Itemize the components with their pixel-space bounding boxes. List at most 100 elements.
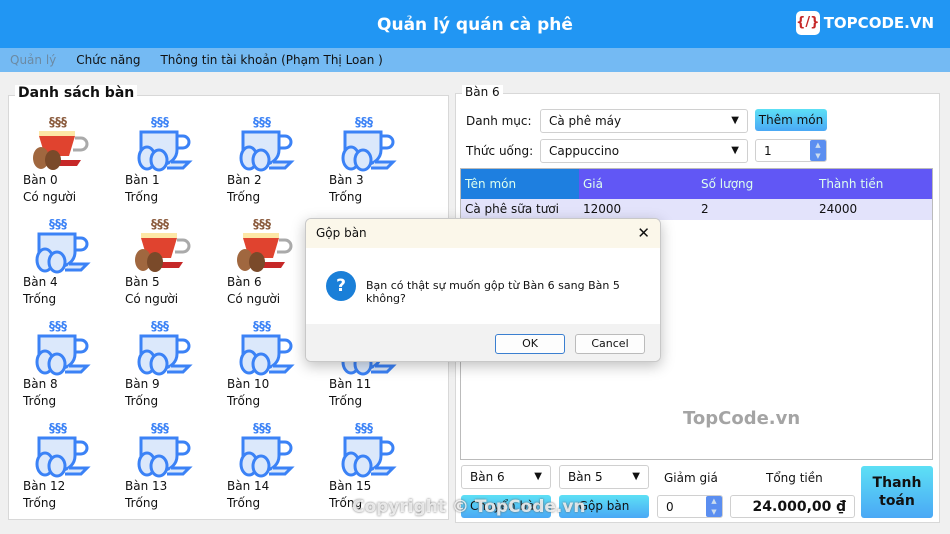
- empty-coffee-cup-icon: §§§: [23, 318, 118, 376]
- table-item[interactable]: §§§ Bàn 5 Có người: [125, 216, 220, 311]
- dialog-titlebar: Gộp bàn ✕: [306, 219, 660, 248]
- dialog-message: Bạn có thật sự muốn gộp từ Bàn 6 sang Bà…: [366, 279, 620, 305]
- logo: {/} TOPCODE.VN: [795, 10, 934, 36]
- logo-icon: {/}: [795, 11, 820, 35]
- table-status: Trống: [125, 394, 159, 408]
- table-item[interactable]: §§§ Bàn 8 Trống: [23, 318, 118, 413]
- table-name: Bàn 8: [23, 377, 58, 391]
- watermark: TopCode.vn: [683, 408, 801, 429]
- app-header: Quản lý quán cà phê {/} TOPCODE.VN: [0, 0, 950, 48]
- svg-text:§§§: §§§: [49, 217, 67, 231]
- drink-select[interactable]: Cappuccino ▼: [540, 139, 748, 163]
- table-header: Tên món Giá Số lượng Thành tiền: [461, 169, 932, 199]
- table-name: Bàn 13: [125, 479, 168, 493]
- table-name: Bàn 3: [329, 173, 364, 187]
- from-table-select[interactable]: Bàn 6 ▼: [461, 465, 551, 489]
- menu-account[interactable]: Thông tin tài khoản (Phạm Thị Loan ): [160, 53, 382, 67]
- empty-coffee-cup-icon: §§§: [23, 216, 118, 274]
- empty-coffee-cup-icon: §§§: [227, 420, 322, 478]
- close-icon[interactable]: ✕: [637, 219, 650, 248]
- order-group-title: Bàn 6: [462, 85, 503, 99]
- table-name: Bàn 11: [329, 377, 372, 391]
- empty-coffee-cup-icon: §§§: [23, 420, 118, 478]
- total-label: Tổng tiền: [766, 471, 823, 485]
- table-status: Trống: [23, 496, 57, 510]
- table-item[interactable]: §§§ Bàn 9 Trống: [125, 318, 220, 413]
- table-status: Trống: [329, 190, 363, 204]
- svg-text:§§§: §§§: [151, 421, 169, 435]
- stepper-arrows-icon[interactable]: ▲ ▼: [706, 496, 722, 517]
- menu-chuc-nang[interactable]: Chức năng: [76, 53, 140, 67]
- table-status: Trống: [23, 394, 57, 408]
- svg-text:§§§: §§§: [253, 217, 271, 231]
- svg-text:§§§: §§§: [253, 115, 271, 129]
- table-status: Trống: [329, 394, 363, 408]
- table-status: Trống: [125, 190, 159, 204]
- watermark-copyright: Copyright © TopCode.vn: [352, 497, 586, 517]
- table-item[interactable]: §§§ Bàn 2 Trống: [227, 114, 322, 209]
- menu-quan-ly[interactable]: Quản lý: [10, 53, 56, 67]
- discount-stepper[interactable]: 0 ▲ ▼: [657, 495, 723, 518]
- chevron-down-icon: ▼: [731, 145, 739, 156]
- empty-coffee-cup-icon: §§§: [125, 420, 220, 478]
- pay-button[interactable]: Thanh toán: [861, 466, 933, 518]
- stepper-arrows-icon[interactable]: ▲ ▼: [810, 140, 826, 161]
- discount-label: Giảm giá: [664, 471, 718, 485]
- question-icon: ?: [326, 271, 356, 301]
- empty-coffee-cup-icon: §§§: [227, 114, 322, 172]
- svg-text:§§§: §§§: [151, 115, 169, 129]
- merge-confirm-dialog: Gộp bàn ✕ ? Bạn có thật sự muốn gộp từ Bàn…: [305, 218, 661, 362]
- category-label: Danh mục:: [466, 114, 532, 128]
- table-status: Trống: [227, 190, 261, 204]
- svg-text:§§§: §§§: [49, 115, 67, 129]
- svg-text:§§§: §§§: [151, 319, 169, 333]
- tables-group-title: Danh sách bàn: [15, 85, 138, 101]
- table-status: Trống: [227, 394, 261, 408]
- empty-coffee-cup-icon: §§§: [125, 318, 220, 376]
- table-item[interactable]: §§§ Bàn 12 Trống: [23, 420, 118, 515]
- svg-text:§§§: §§§: [151, 217, 169, 231]
- total-value: 24.000,00 ₫: [730, 495, 855, 518]
- table-status: Trống: [125, 496, 159, 510]
- table-row[interactable]: Cà phê sữa tươi 12000 2 24000: [461, 199, 932, 220]
- ok-button[interactable]: OK: [495, 334, 565, 354]
- empty-coffee-cup-icon: §§§: [329, 420, 424, 478]
- table-item[interactable]: §§§ Bàn 14 Trống: [227, 420, 322, 515]
- table-name: Bàn 4: [23, 275, 58, 289]
- empty-coffee-cup-icon: §§§: [125, 114, 220, 172]
- drink-label: Thức uống:: [466, 144, 534, 158]
- to-table-select[interactable]: Bàn 5 ▼: [559, 465, 649, 489]
- quantity-stepper[interactable]: 1 ▲ ▼: [755, 139, 827, 162]
- table-name: Bàn 14: [227, 479, 270, 493]
- table-item[interactable]: §§§ Bàn 13 Trống: [125, 420, 220, 515]
- menu-bar: Quản lý Chức năng Thông tin tài khoản (P…: [0, 48, 950, 72]
- table-item[interactable]: §§§ Bàn 4 Trống: [23, 216, 118, 311]
- table-item[interactable]: §§§ Bàn 1 Trống: [125, 114, 220, 209]
- svg-text:§§§: §§§: [355, 115, 373, 129]
- empty-coffee-cup-icon: §§§: [329, 114, 424, 172]
- cancel-button[interactable]: Cancel: [575, 334, 645, 354]
- table-status: Có người: [23, 190, 77, 204]
- svg-text:§§§: §§§: [253, 319, 271, 333]
- svg-text:§§§: §§§: [49, 421, 67, 435]
- table-item[interactable]: §§§ Bàn 0 Có người: [23, 114, 118, 209]
- svg-text:§§§: §§§: [253, 421, 271, 435]
- table-item[interactable]: §§§ Bàn 3 Trống: [329, 114, 424, 209]
- chevron-down-icon: ▼: [534, 471, 542, 482]
- table-name: Bàn 5: [125, 275, 160, 289]
- table-status: Trống: [227, 496, 261, 510]
- table-name: Bàn 10: [227, 377, 270, 391]
- table-name: Bàn 15: [329, 479, 372, 493]
- table-name: Bàn 12: [23, 479, 66, 493]
- add-item-button[interactable]: Thêm món: [755, 109, 827, 131]
- chevron-down-icon: ▼: [731, 115, 739, 126]
- occupied-coffee-cup-icon: §§§: [125, 216, 220, 274]
- app-title: Quản lý quán cà phê: [377, 15, 573, 35]
- svg-text:§§§: §§§: [355, 421, 373, 435]
- table-name: Bàn 2: [227, 173, 262, 187]
- table-name: Bàn 9: [125, 377, 160, 391]
- svg-text:§§§: §§§: [49, 319, 67, 333]
- category-select[interactable]: Cà phê máy ▼: [540, 109, 748, 133]
- table-name: Bàn 0: [23, 173, 58, 187]
- table-status: Trống: [23, 292, 57, 306]
